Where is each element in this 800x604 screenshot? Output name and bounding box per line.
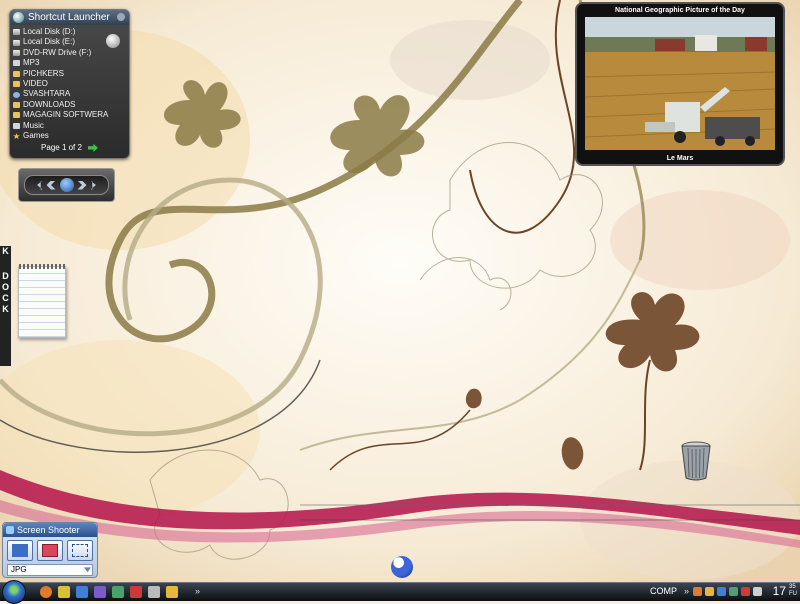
kdock-letter: C — [2, 293, 9, 303]
soccer-ball-icon[interactable] — [391, 556, 413, 578]
window-icon — [42, 544, 58, 557]
launcher-item-magagin-softwera[interactable]: MAGAGIN SOFTWERA — [13, 110, 129, 120]
fast-forward-icon[interactable] — [77, 180, 87, 190]
rewind-icon[interactable] — [46, 180, 56, 190]
quicklaunch-chevron[interactable]: » — [195, 586, 200, 596]
music-icon — [13, 60, 20, 67]
launcher-app-icon — [13, 12, 24, 23]
natgeo-caption: Le Mars — [666, 155, 694, 162]
recycle-bin-icon[interactable] — [680, 440, 712, 482]
tray-app-icon[interactable] — [705, 587, 714, 596]
notepad-icon[interactable] — [18, 264, 66, 338]
next-track-icon[interactable] — [90, 180, 96, 190]
launcher-item-svashtara[interactable]: SVASHTARA — [13, 89, 129, 99]
launcher-item-music[interactable]: Music — [13, 121, 129, 131]
app-icon[interactable] — [148, 586, 160, 598]
capture-region-button[interactable] — [67, 540, 93, 561]
folder-icon — [13, 112, 20, 119]
start-button[interactable] — [2, 580, 26, 604]
farm-harvest-photo — [585, 17, 775, 150]
natgeo-picture-gadget: National Geographic Picture of the Day L… — [575, 2, 785, 166]
tray-volume-icon[interactable] — [753, 587, 762, 596]
app-icon[interactable] — [166, 586, 178, 598]
tray-network-icon[interactable] — [729, 587, 738, 596]
launcher-item-games[interactable]: Games — [13, 131, 129, 141]
folder-icon — [13, 81, 20, 88]
kdock-letter: K — [2, 246, 9, 256]
tray-app-icon[interactable] — [717, 587, 726, 596]
natgeo-title: National Geographic Picture of the Day — [615, 7, 745, 14]
page-indicator: Page 1 of 2 — [41, 143, 82, 152]
comp-toolbar-label[interactable]: COMP — [650, 586, 677, 596]
disk-icon — [13, 39, 20, 46]
clock-hour[interactable]: 17 — [773, 584, 786, 598]
shortcut-launcher-gadget: Shortcut Launcher Local Disk (D:) Local … — [9, 9, 130, 159]
launcher-title-bar[interactable]: Shortcut Launcher — [10, 10, 129, 25]
kdock-letter: D — [2, 271, 9, 281]
folder-icon[interactable] — [58, 586, 70, 598]
previous-track-icon[interactable] — [37, 180, 43, 190]
disk-icon — [13, 29, 20, 36]
launcher-item-pichkers[interactable]: PICHKERS — [13, 69, 129, 79]
launcher-pagination: Page 1 of 2 — [10, 143, 129, 152]
app-icon[interactable] — [130, 586, 142, 598]
screen-shooter-gadget: Screen Shooter JPG — [2, 522, 98, 578]
music-icon — [13, 122, 20, 129]
capture-window-button[interactable] — [37, 540, 63, 561]
play-pause-icon[interactable] — [59, 178, 74, 192]
chevron-down-icon[interactable] — [84, 567, 91, 573]
format-select[interactable]: JPG — [7, 564, 93, 576]
close-icon[interactable] — [117, 13, 125, 21]
ie-icon[interactable] — [76, 586, 88, 598]
launcher-item-mp3[interactable]: MP3 — [13, 58, 129, 68]
launcher-item-dvd-drive[interactable]: DVD-RW Drive (F:) — [13, 48, 129, 58]
globe-icon — [13, 91, 20, 98]
tray-app-icon[interactable] — [741, 587, 750, 596]
player-controls — [24, 175, 109, 195]
folder-icon — [13, 70, 20, 77]
tray-firefox-icon[interactable] — [693, 587, 702, 596]
firefox-icon[interactable] — [40, 586, 52, 598]
k-dock-tab[interactable]: K D O C K — [0, 246, 11, 366]
next-page-icon[interactable] — [87, 143, 98, 152]
shooter-title: Screen Shooter — [3, 523, 97, 537]
media-player-gadget — [18, 168, 115, 202]
format-value: JPG — [11, 565, 27, 574]
launcher-item-video[interactable]: VIDEO — [13, 79, 129, 89]
dvd-drive-icon — [13, 49, 20, 56]
natgeo-photo[interactable] — [585, 17, 775, 150]
star-icon — [13, 133, 20, 140]
clock-minutes[interactable]: 35 FU — [789, 584, 797, 598]
launcher-scroll-knob[interactable] — [106, 34, 120, 48]
region-icon — [72, 544, 88, 557]
taskbar: » COMP » 17 35 FU — [0, 580, 800, 604]
folder-icon — [13, 101, 20, 108]
monitor-icon — [12, 544, 28, 557]
app-icon[interactable] — [112, 586, 124, 598]
launcher-item-downloads[interactable]: DOWNLOADS — [13, 100, 129, 110]
capture-fullscreen-button[interactable] — [7, 540, 33, 561]
media-icon[interactable] — [94, 586, 106, 598]
toolbar-chevron[interactable]: » — [684, 586, 689, 596]
kdock-letter: O — [1, 282, 9, 292]
shooter-buttons — [3, 537, 97, 561]
launcher-title: Shortcut Launcher — [28, 12, 110, 23]
kdock-letter: K — [2, 304, 9, 314]
